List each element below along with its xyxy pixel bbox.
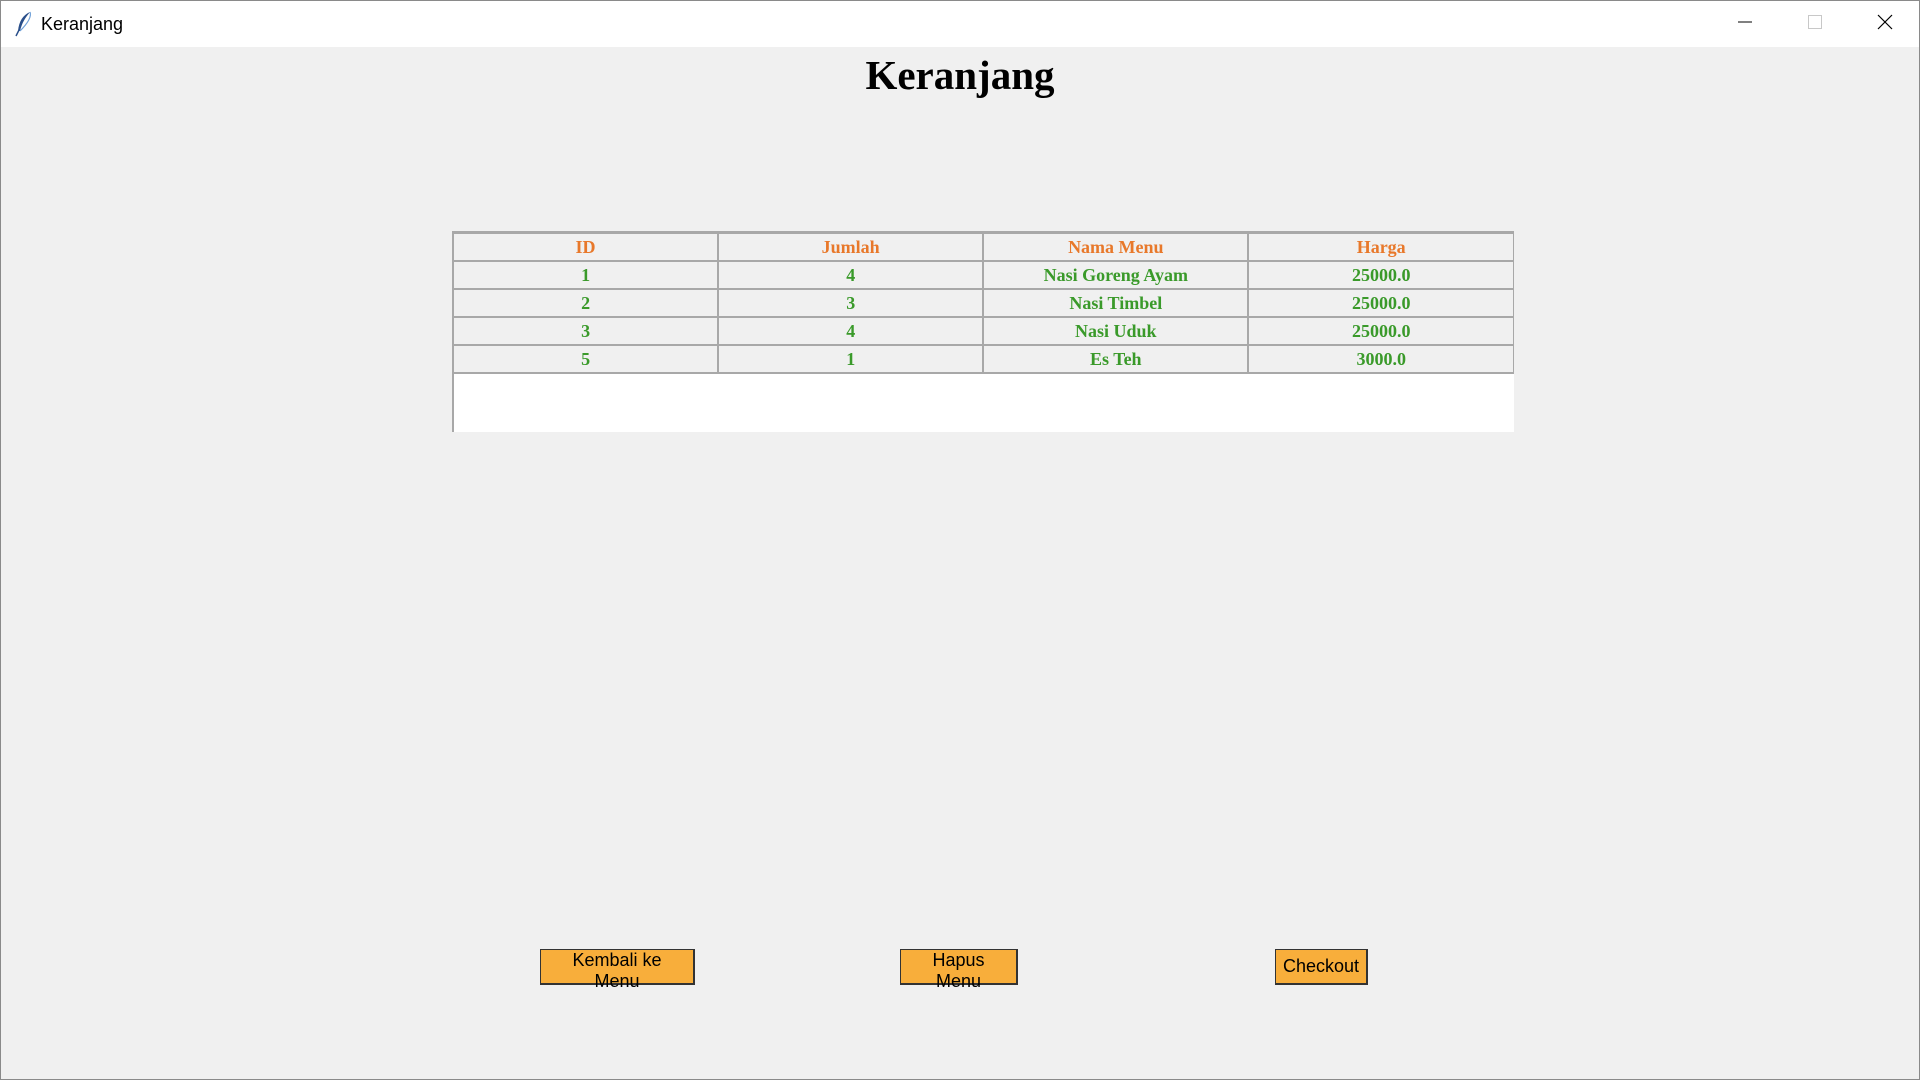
cell-jumlah: 4 [717,316,984,346]
table-header-row: ID Jumlah Nama Menu Harga [451,231,1515,262]
cell-jumlah: 1 [717,344,984,374]
cell-nama-menu: Nasi Goreng Ayam [982,260,1249,290]
column-header-id[interactable]: ID [451,231,719,262]
feather-icon [13,11,35,37]
minimize-button[interactable] [1711,1,1779,47]
cell-harga: 3000.0 [1247,344,1515,374]
cell-id: 5 [451,344,719,374]
page-title: Keranjang [865,52,1055,98]
cell-id: 3 [451,316,719,346]
app-window: Keranjang Keranjang ID Jumlah Nama Menu … [0,0,1920,1080]
table-row[interactable]: 2 3 Nasi Timbel 25000.0 [451,288,1515,318]
cell-jumlah: 3 [717,288,984,318]
cell-id: 1 [451,260,719,290]
close-button[interactable] [1851,1,1919,47]
table-row[interactable]: 3 4 Nasi Uduk 25000.0 [451,316,1515,346]
maximize-icon [1807,14,1823,35]
cell-nama-menu: Es Teh [982,344,1249,374]
table-row[interactable]: 1 4 Nasi Goreng Ayam 25000.0 [451,260,1515,290]
cell-jumlah: 4 [717,260,984,290]
table-row[interactable]: 5 1 Es Teh 3000.0 [451,344,1515,374]
cell-nama-menu: Nasi Uduk [982,316,1249,346]
minimize-icon [1737,14,1753,35]
cell-harga: 25000.0 [1247,316,1515,346]
column-header-harga[interactable]: Harga [1247,231,1515,262]
checkout-button[interactable]: Checkout [1275,949,1368,985]
cell-harga: 25000.0 [1247,260,1515,290]
column-header-jumlah[interactable]: Jumlah [717,231,984,262]
maximize-button[interactable] [1781,1,1849,47]
cart-table[interactable]: ID Jumlah Nama Menu Harga 1 4 Nasi Goren… [451,231,1515,432]
back-to-menu-button[interactable]: Kembali ke Menu [540,949,695,991]
cell-id: 2 [451,288,719,318]
cell-harga: 25000.0 [1247,288,1515,318]
column-header-nama-menu[interactable]: Nama Menu [982,231,1249,262]
window-title: Keranjang [41,14,124,34]
delete-menu-button[interactable]: Hapus Menu [900,949,1018,991]
close-icon [1877,14,1893,35]
title-bar: Keranjang [1,1,1919,47]
cell-nama-menu: Nasi Timbel [982,288,1249,318]
